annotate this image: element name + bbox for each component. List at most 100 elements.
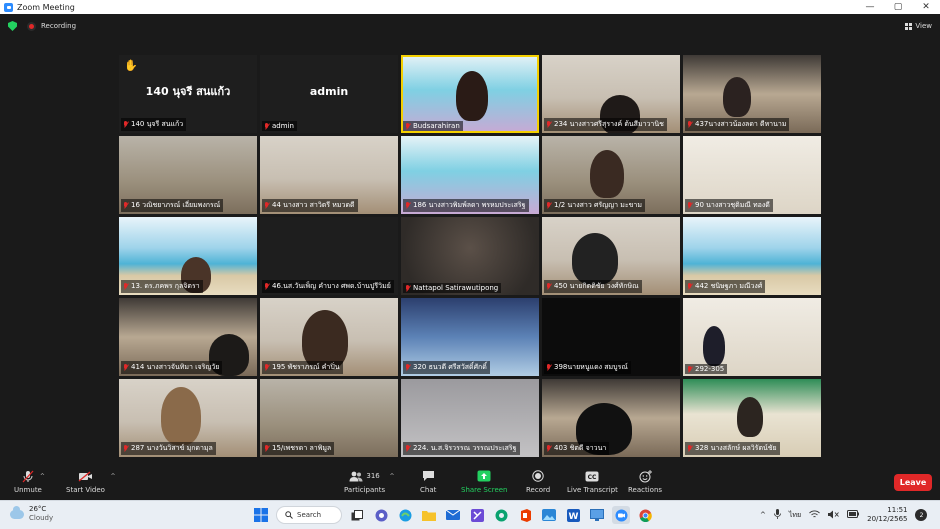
chevron-up-icon[interactable]: ^	[40, 473, 45, 480]
view-button[interactable]: View	[905, 22, 932, 30]
maximize-icon[interactable]: ▢	[884, 2, 912, 12]
participant-tile[interactable]: 450 นายกิตติชัย วงศ์ทักษิณ	[542, 217, 680, 295]
gallery-view: 140 นุจรี สนแก้ว ✋ 140 นุจรี สนแก้ว admin ad…	[119, 55, 821, 457]
photos-icon[interactable]	[540, 506, 558, 524]
mic-muted-icon	[405, 445, 411, 452]
participant-tile[interactable]: 1/2 นางสาว ศรัญญา มะขาม	[542, 136, 680, 214]
speaker-muted-icon[interactable]	[828, 510, 839, 521]
leave-button[interactable]: Leave	[894, 474, 932, 491]
participant-tile[interactable]: 320 ธนวดี ศรีสวัสดิ์ศักดิ์	[401, 298, 539, 376]
participant-name: 1/2 นางสาว ศรัญญา มะขาม	[554, 201, 642, 209]
mic-muted-icon	[546, 202, 552, 209]
reactions-button[interactable]: Reactions	[628, 469, 662, 494]
participant-name-label: 13. ดร.ภคพร กุลจิตรา	[121, 280, 203, 293]
participant-tile[interactable]: 195 พัชราภรณ์ คำปิ่น	[260, 298, 398, 376]
notification-badge[interactable]: 2	[915, 509, 928, 521]
visual-studio-icon[interactable]	[468, 506, 486, 524]
participant-name: 234 นางสาวศรีสุรางค์ ต้นสีมาวานิช	[554, 120, 664, 128]
participant-tile[interactable]: 186 นางสาวพิมพ์ลดา พรหมประเสริฐ	[401, 136, 539, 214]
taskbar-clock[interactable]: 11:51 20/12/2565	[867, 506, 907, 524]
meeting-topbar: Recording View	[0, 14, 940, 38]
file-explorer-icon[interactable]	[420, 506, 438, 524]
participant-tile[interactable]: 442 ชนิษฐภา มณีวงศ์	[683, 217, 821, 295]
participant-name-label: 90 นางสาวชุติมณี ทองดี	[685, 199, 773, 212]
meeting-toolbar: ^ Unmute ^ Start Video 316 ^ Participant…	[0, 466, 940, 500]
chevron-up-icon[interactable]: ^	[110, 473, 115, 480]
edge-icon[interactable]	[396, 506, 414, 524]
participant-tile[interactable]: 13. ดร.ภคพร กุลจิตรา	[119, 217, 257, 295]
chrome-icon[interactable]	[636, 506, 654, 524]
participant-name: 16 วณิชยาภรณ์ เอี่ยมพงกรณ์	[131, 201, 221, 209]
participant-name: 140 นุจรี สนแก้ว	[131, 120, 184, 128]
office-icon[interactable]	[516, 506, 534, 524]
shield-icon[interactable]	[8, 21, 17, 31]
word-icon[interactable]: W	[564, 506, 582, 524]
participants-button[interactable]: 316 ^ Participants	[344, 469, 395, 494]
search-label: Search	[297, 511, 322, 519]
share-screen-button[interactable]: Share Screen	[461, 469, 508, 494]
live-transcript-button[interactable]: CC Live Transcript	[567, 469, 618, 494]
mic-muted-icon	[687, 121, 693, 128]
participant-name-label: 450 นายกิตติชัย วงศ์ทักษิณ	[544, 280, 642, 293]
recording-icon[interactable]	[27, 21, 36, 31]
participant-name: 414 นางสาวจันทิมา เจริญวัย	[131, 363, 220, 371]
teams-chat-icon[interactable]	[372, 506, 390, 524]
participant-name-label: 224. น.ส.จิรวรรณ วรรณประเสริฐ	[403, 442, 520, 455]
window-title: Zoom Meeting	[17, 2, 75, 12]
participant-tile[interactable]: 15/เพชรดา ลาพิมูล	[260, 379, 398, 457]
minimize-icon[interactable]: —	[856, 2, 884, 12]
raised-hand-icon: ✋	[124, 59, 138, 72]
participant-tile[interactable]: 224. น.ส.จิรวรรณ วรรณประเสริฐ	[401, 379, 539, 457]
mic-muted-icon: ^	[20, 469, 45, 483]
participants-label: Participants	[344, 486, 386, 494]
participant-tile[interactable]: 16 วณิชยาภรณ์ เอี่ยมพงกรณ์	[119, 136, 257, 214]
participant-tile[interactable]: admin admin	[260, 55, 398, 133]
wifi-icon[interactable]	[809, 509, 820, 521]
clock-date: 20/12/2565	[867, 515, 908, 523]
participant-tile[interactable]: 437นางสาวน้องลดา ดีหานาม	[683, 55, 821, 133]
participant-name: 287 นางวันวิสาข์ มุกดามุล	[131, 444, 213, 452]
participant-name: 46.นส.วันเพ็ญ คำบาง ศพด.บ้านปูรีวิมย์	[272, 282, 391, 290]
participant-tile[interactable]: 46.นส.วันเพ็ญ คำบาง ศพด.บ้านปูรีวิมย์	[260, 217, 398, 295]
remote-desktop-icon[interactable]	[588, 506, 606, 524]
windows-start-icon[interactable]	[252, 506, 270, 524]
participant-tile[interactable]: 140 นุจรี สนแก้ว ✋ 140 นุจรี สนแก้ว	[119, 55, 257, 133]
participant-tile[interactable]: Budsarahiran	[401, 55, 539, 133]
participant-name: 224. น.ส.จิรวรรณ วรรณประเสริฐ	[413, 444, 517, 452]
participant-tile[interactable]: 90 นางสาวชุติมณี ทองดี	[683, 136, 821, 214]
language-indicator[interactable]: ไทย	[789, 510, 801, 521]
mic-muted-icon	[687, 283, 693, 290]
participant-tile[interactable]: 403 ชิตดี จาวนา	[542, 379, 680, 457]
taskbar-search[interactable]: Search	[276, 506, 342, 524]
chat-label: Chat	[420, 486, 437, 494]
start-video-button[interactable]: ^ Start Video	[66, 469, 115, 494]
unmute-button[interactable]: ^ Unmute	[14, 469, 45, 494]
battery-icon[interactable]	[847, 510, 860, 520]
participant-tile[interactable]: 44 นางสาว สาวิตรี หมวดดี	[260, 136, 398, 214]
record-icon	[530, 469, 546, 483]
close-icon[interactable]: ✕	[912, 2, 940, 12]
chat-button[interactable]: Chat	[420, 469, 436, 494]
mail-icon[interactable]	[444, 506, 462, 524]
mic-muted-icon	[123, 364, 129, 371]
participant-tile[interactable]: 234 นางสาวศรีสุรางค์ ต้นสีมาวานิช	[542, 55, 680, 133]
task-view-icon[interactable]	[348, 506, 366, 524]
participant-tile[interactable]: 414 นางสาวจันทิมา เจริญวัย	[119, 298, 257, 376]
participant-name: 186 นางสาวพิมพ์ลดา พรหมประเสริฐ	[413, 201, 526, 209]
participant-tile[interactable]: 292-305	[683, 298, 821, 376]
edge-dev-icon[interactable]	[492, 506, 510, 524]
participant-name-label: 1/2 นางสาว ศรัญญา มะขาม	[544, 199, 645, 212]
weather-widget[interactable]: 26°C Cloudy	[10, 505, 53, 523]
participant-name: Budsarahiran	[413, 122, 460, 130]
chevron-up-icon[interactable]: ^	[390, 473, 395, 480]
participant-name: 442 ชนิษฐภา มณีวงศ์	[695, 282, 763, 290]
chevron-up-icon[interactable]: ^	[760, 511, 766, 519]
record-button[interactable]: Record	[526, 469, 550, 494]
participant-tile[interactable]: 398นายหนูแดง สมบูรณ์	[542, 298, 680, 376]
zoom-app-icon[interactable]	[612, 506, 630, 524]
participant-tile[interactable]: 287 นางวันวิสาข์ มุกดามุล	[119, 379, 257, 457]
participant-tile[interactable]: Nattapol Satirawutipong	[401, 217, 539, 295]
microphone-icon[interactable]	[773, 509, 781, 521]
mic-muted-icon	[546, 364, 552, 371]
participant-tile[interactable]: 328 นางสลักษ์ ผลวิรัตน์ชัย	[683, 379, 821, 457]
